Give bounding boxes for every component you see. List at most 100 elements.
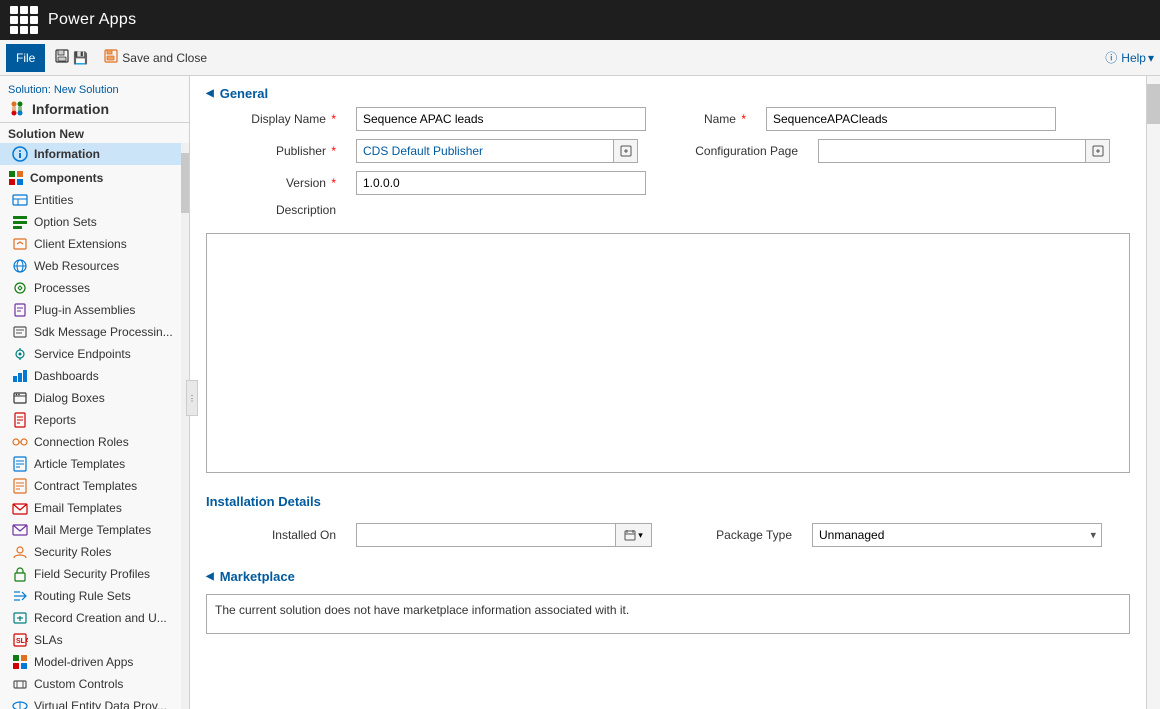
slas-icon: SLA — [12, 632, 28, 648]
sidebar-item-plugin-assemblies[interactable]: Plug-in Assemblies — [0, 299, 181, 321]
install-title-label: Installation Details — [206, 494, 321, 509]
sidebar-item-option-sets[interactable]: Option Sets — [0, 211, 181, 233]
svg-text:SLA: SLA — [16, 638, 28, 645]
content-area: ◀ General Display Name * Name * Publishe… — [190, 76, 1146, 709]
sidebar-collapse-handle[interactable]: ⋮ — [186, 380, 190, 416]
sidebar-item-entities[interactable]: Entities — [0, 189, 181, 211]
sidebar-item-virtual-entity-prov[interactable]: Virtual Entity Data Prov... — [0, 695, 181, 709]
sidebar-item-information-label: Information — [34, 147, 100, 161]
save-close-button[interactable]: Save and Close — [98, 44, 213, 72]
display-name-label: Display Name * — [206, 112, 336, 126]
description-label: Description — [206, 203, 336, 217]
article-templates-icon — [12, 456, 28, 472]
publisher-input[interactable] — [356, 139, 614, 163]
save-button[interactable]: 💾 — [49, 44, 94, 72]
sidebar-item-routing-rules[interactable]: Routing Rule Sets — [0, 585, 181, 607]
sidebar-item-web-resources[interactable]: Web Resources — [0, 255, 181, 277]
publisher-required: * — [328, 144, 336, 158]
sidebar-item-mail-merge[interactable]: Mail Merge Templates — [0, 519, 181, 541]
sidebar-item-processes[interactable]: Processes — [0, 277, 181, 299]
toolbar: File 💾 Save and Close ⓘ Help ▾ — [0, 40, 1160, 76]
sidebar-item-record-creation[interactable]: Record Creation and U... — [0, 607, 181, 629]
record-creation-icon — [12, 610, 28, 626]
sidebar-item-components-label: Components — [30, 171, 103, 185]
config-page-lookup-button[interactable] — [1086, 139, 1110, 163]
publisher-lookup-button[interactable] — [614, 139, 638, 163]
sidebar-item-information[interactable]: Information — [0, 143, 181, 165]
general-form: Display Name * Name * Publisher * — [190, 107, 1146, 233]
save-icon — [55, 49, 69, 66]
solution-icon — [8, 100, 26, 118]
file-button[interactable]: File — [6, 44, 45, 72]
sidebar-collapse-icon: ⋮ — [188, 394, 190, 403]
marketplace-section: The current solution does not have marke… — [190, 590, 1146, 638]
sidebar-item-field-security[interactable]: Field Security Profiles — [0, 563, 181, 585]
installed-on-input[interactable] — [356, 523, 616, 547]
save-label: 💾 — [73, 51, 88, 65]
name-input[interactable] — [766, 107, 1056, 131]
name-required: * — [738, 112, 746, 126]
sidebar-item-model-driven[interactable]: Model-driven Apps — [0, 651, 181, 673]
calendar-button[interactable]: ▾ — [616, 523, 652, 547]
install-section: Installed On ▾ Package — [190, 515, 1146, 555]
information-icon — [12, 146, 28, 162]
help-button[interactable]: Help ▾ — [1121, 51, 1154, 65]
package-type-select-wrap: Unmanaged Managed — [812, 523, 1102, 547]
solution-header: Solution: New Solution Information — [0, 76, 189, 123]
sidebar-scrollbar[interactable] — [181, 143, 189, 709]
installed-on-wrap: ▾ — [356, 523, 652, 547]
model-driven-icon — [12, 654, 28, 670]
sidebar-item-dashboards-label: Dashboards — [34, 369, 99, 383]
sidebar-item-client-extensions[interactable]: Client Extensions — [0, 233, 181, 255]
marketplace-collapse-icon[interactable]: ◀ — [206, 571, 214, 582]
sidebar-item-components[interactable]: Components — [0, 167, 181, 189]
sidebar-item-service-endpoints-label: Service Endpoints — [34, 347, 131, 361]
reports-icon — [12, 412, 28, 428]
sidebar-scrollbar-thumb[interactable] — [181, 153, 189, 213]
sidebar-item-reports[interactable]: Reports — [0, 409, 181, 431]
package-type-select[interactable]: Unmanaged Managed — [812, 523, 1102, 547]
sidebar-item-email-templates[interactable]: Email Templates — [0, 497, 181, 519]
marketplace-section-title: ◀ Marketplace — [190, 559, 1146, 590]
virtual-entity-prov-icon — [12, 698, 28, 709]
connection-roles-icon — [12, 434, 28, 450]
contract-templates-icon — [12, 478, 28, 494]
plugin-assemblies-icon — [12, 302, 28, 318]
sidebar-item-contract-templates-label: Contract Templates — [34, 479, 137, 493]
sidebar-item-security-roles[interactable]: Security Roles — [0, 541, 181, 563]
web-resources-icon — [12, 258, 28, 274]
sidebar-item-service-endpoints[interactable]: Service Endpoints — [0, 343, 181, 365]
sidebar-item-dialog-boxes[interactable]: Dialog Boxes — [0, 387, 181, 409]
sidebar-item-connection-roles[interactable]: Connection Roles — [0, 431, 181, 453]
version-label: Version * — [206, 176, 336, 190]
right-scrollbar[interactable] — [1146, 76, 1160, 709]
option-sets-icon — [12, 214, 28, 230]
install-section-title: Installation Details — [190, 484, 1146, 515]
right-scrollbar-thumb[interactable] — [1147, 84, 1160, 124]
installed-on-label: Installed On — [206, 528, 336, 542]
publisher-wrapper — [356, 139, 638, 163]
sidebar-item-client-extensions-label: Client Extensions — [34, 237, 127, 251]
field-security-icon — [12, 566, 28, 582]
sidebar-item-contract-templates[interactable]: Contract Templates — [0, 475, 181, 497]
general-collapse-icon[interactable]: ◀ — [206, 88, 214, 99]
version-input[interactable] — [356, 171, 646, 195]
marketplace-text: The current solution does not have marke… — [206, 594, 1130, 634]
sidebar-item-slas[interactable]: SLA SLAs — [0, 629, 181, 651]
sidebar-item-reports-label: Reports — [34, 413, 76, 427]
waffle-icon[interactable] — [10, 6, 38, 34]
name-label: Name * — [666, 112, 746, 126]
sidebar-item-dashboards[interactable]: Dashboards — [0, 365, 181, 387]
description-textarea[interactable] — [206, 233, 1130, 473]
config-page-input[interactable] — [818, 139, 1086, 163]
display-name-input[interactable] — [356, 107, 646, 131]
solution-link[interactable]: Solution: New Solution — [8, 84, 181, 96]
sidebar-item-article-templates[interactable]: Article Templates — [0, 453, 181, 475]
main-layout: Solution: New Solution Information Solut… — [0, 76, 1160, 709]
sidebar-item-routing-rules-label: Routing Rule Sets — [34, 589, 131, 603]
publisher-lookup-icon — [620, 145, 632, 157]
sidebar-item-sdk-message[interactable]: Sdk Message Processin... — [0, 321, 181, 343]
solution-label: Information — [32, 101, 109, 117]
sidebar-item-custom-controls[interactable]: Custom Controls — [0, 673, 181, 695]
help-dropdown-icon: ▾ — [1148, 51, 1154, 65]
